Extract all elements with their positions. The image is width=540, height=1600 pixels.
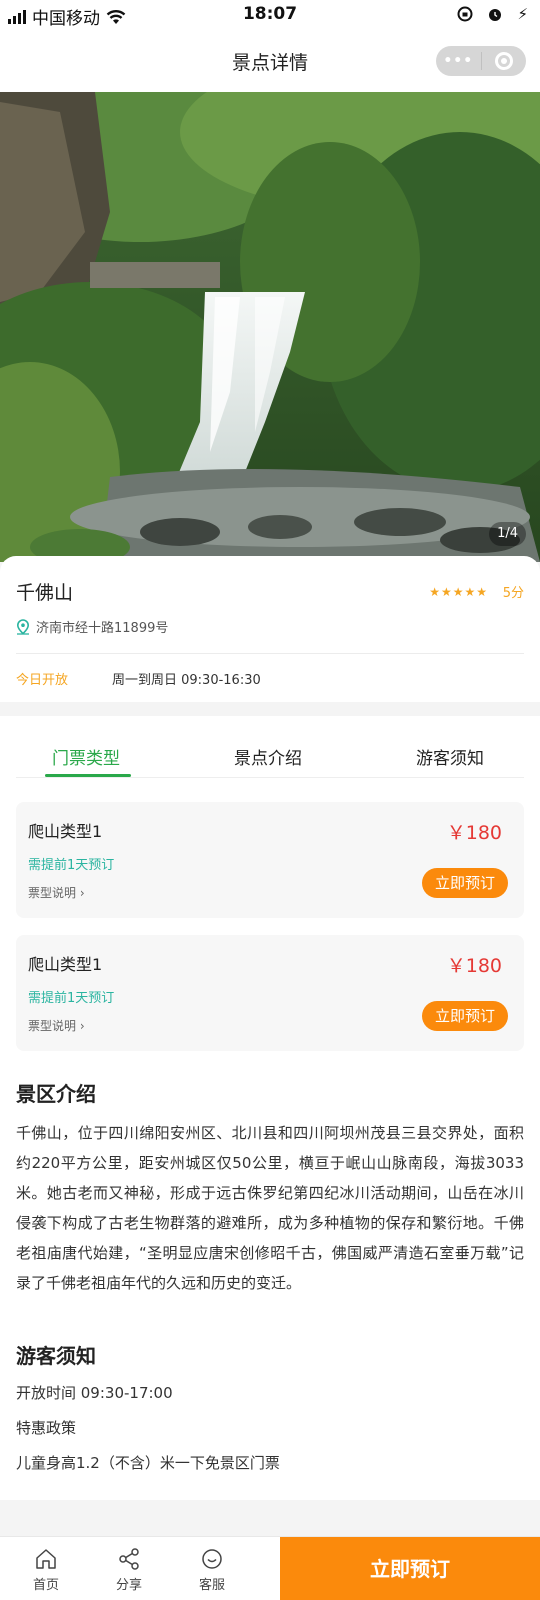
- share-button[interactable]: 分享: [99, 1547, 159, 1593]
- more-menu-button[interactable]: •••: [436, 53, 481, 69]
- book-ticket-button[interactable]: 立即预订: [422, 1001, 508, 1031]
- status-bar: 中国移动 18:07 ⚡: [0, 0, 540, 30]
- home-label: 首页: [32, 1578, 59, 1593]
- alarm-icon: [489, 9, 502, 21]
- ticket-name: 爬山类型1: [28, 955, 103, 974]
- notice-heading: 游客须知: [16, 1344, 96, 1368]
- notice-child-policy: 儿童身高1.2（不含）米一下免景区门票: [16, 1454, 280, 1472]
- bottom-action-bar: 首页 分享 客服 立即预订: [0, 1536, 540, 1600]
- book-now-button[interactable]: 立即预订: [280, 1537, 540, 1600]
- home-icon: [36, 1549, 56, 1569]
- scenic-photo-gallery[interactable]: 1/4: [0, 92, 540, 562]
- tab-ticket-types[interactable]: 门票类型: [52, 744, 120, 769]
- spot-info-card: 千佛山 ★★★★★ 5分 济南市经十路11899号 今日开放 周一到周日 09:…: [0, 556, 540, 702]
- book-ticket-button[interactable]: 立即预订: [422, 868, 508, 898]
- notice-opening-hours: 开放时间 09:30-17:00: [16, 1384, 173, 1402]
- target-icon: [494, 52, 513, 70]
- customer-service-icon: [202, 1549, 222, 1569]
- intro-text: 千佛山，位于四川绵阳安州区、北川县和四川阿坝州茂县三县交界处，面积约220平方公…: [16, 1124, 524, 1292]
- ticket-price: ￥180: [446, 955, 502, 977]
- notice-discount-policy: 特惠政策: [16, 1419, 77, 1437]
- spot-name: 千佛山: [16, 582, 74, 604]
- ticket-booking-note: 需提前1天预订: [28, 858, 115, 873]
- detail-panel: 门票类型 景点介绍 游客须知 爬山类型1 ￥180 需提前1天预订 票型说明 ›…: [0, 716, 540, 1500]
- close-mini-program-button[interactable]: [481, 52, 526, 70]
- charging-icon: ⚡: [517, 5, 528, 23]
- ticket-name: 爬山类型1: [28, 822, 103, 841]
- ticket-price: ￥180: [446, 822, 502, 844]
- intro-heading: 景区介绍: [16, 1082, 96, 1106]
- open-hours: 周一到周日 09:30-16:30: [112, 673, 261, 688]
- rating-score: 5分: [502, 586, 524, 601]
- home-button[interactable]: 首页: [16, 1547, 76, 1593]
- customer-service-button[interactable]: 客服: [182, 1547, 242, 1593]
- rotation-lock-icon: [457, 6, 473, 22]
- tab-visitor-notice[interactable]: 游客须知: [416, 744, 484, 769]
- service-label: 客服: [198, 1578, 225, 1593]
- location-pin-icon: [16, 618, 30, 635]
- active-tab-indicator: [45, 774, 131, 777]
- ticket-booking-note: 需提前1天预订: [28, 991, 115, 1006]
- rating-stars: ★★★★★: [429, 585, 488, 599]
- spot-address[interactable]: 济南市经十路11899号: [16, 617, 168, 636]
- tab-spot-intro[interactable]: 景点介绍: [234, 744, 302, 769]
- ticket-description-link[interactable]: 票型说明 ›: [28, 1017, 85, 1034]
- section-tabs: 门票类型 景点介绍 游客须知: [16, 716, 524, 778]
- share-label: 分享: [115, 1578, 142, 1593]
- address-text: 济南市经十路11899号: [36, 621, 169, 636]
- mini-program-capsule: •••: [436, 46, 526, 76]
- gallery-indicator: 1/4: [489, 522, 526, 546]
- waterfall-photo: [0, 92, 540, 562]
- ticket-card: 爬山类型1 ￥180 需提前1天预订 票型说明 › 立即预订: [16, 935, 524, 1051]
- share-icon: [119, 1548, 139, 1570]
- status-right: ⚡: [457, 5, 528, 23]
- open-status: 今日开放: [16, 673, 69, 688]
- info-divider: [16, 653, 524, 654]
- ticket-card: 爬山类型1 ￥180 需提前1天预订 票型说明 › 立即预订: [16, 802, 524, 918]
- nav-bar: 景点详情 •••: [0, 30, 540, 92]
- ticket-description-link[interactable]: 票型说明 ›: [28, 884, 85, 901]
